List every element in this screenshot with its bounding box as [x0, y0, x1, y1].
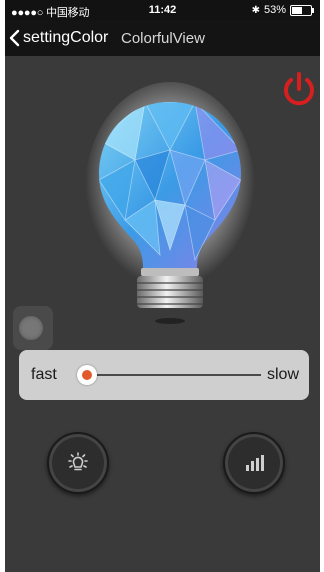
battery-percent: 53% — [263, 4, 286, 16]
power-button[interactable] — [278, 68, 320, 110]
chevron-left-icon — [9, 29, 20, 47]
light-bulb-icon — [68, 452, 88, 471]
status-bar: ●●●●○ 中国移动 11:42 ✱ 53% — [5, 0, 320, 20]
handle-dot — [19, 316, 43, 340]
bulb-icon[interactable] — [85, 80, 255, 340]
battery-icon — [290, 4, 314, 16]
speed-slider-track[interactable] — [85, 374, 261, 376]
status-right: ✱ 53% — [251, 4, 314, 16]
back-label: settingColor — [23, 29, 109, 46]
speed-panel: fast slow — [19, 350, 309, 400]
music-mode-button[interactable] — [223, 432, 285, 494]
speed-fast-label: fast — [31, 366, 57, 383]
speed-slider-knob[interactable] — [77, 365, 97, 385]
power-icon — [284, 72, 314, 106]
light-mode-button[interactable] — [47, 432, 109, 494]
bluetooth-icon: ✱ — [251, 4, 260, 16]
back-button[interactable]: settingColor — [9, 20, 108, 56]
side-drawer-handle[interactable] — [13, 306, 53, 350]
app-screen: ●●●●○ 中国移动 11:42 ✱ 53% settingColor Colo… — [5, 0, 320, 572]
navigation-bar: settingColor ColorfulView — [5, 20, 320, 56]
page-title: ColorfulView — [121, 30, 205, 47]
equalizer-bars-icon — [246, 455, 264, 471]
speed-slow-label: slow — [266, 366, 299, 383]
